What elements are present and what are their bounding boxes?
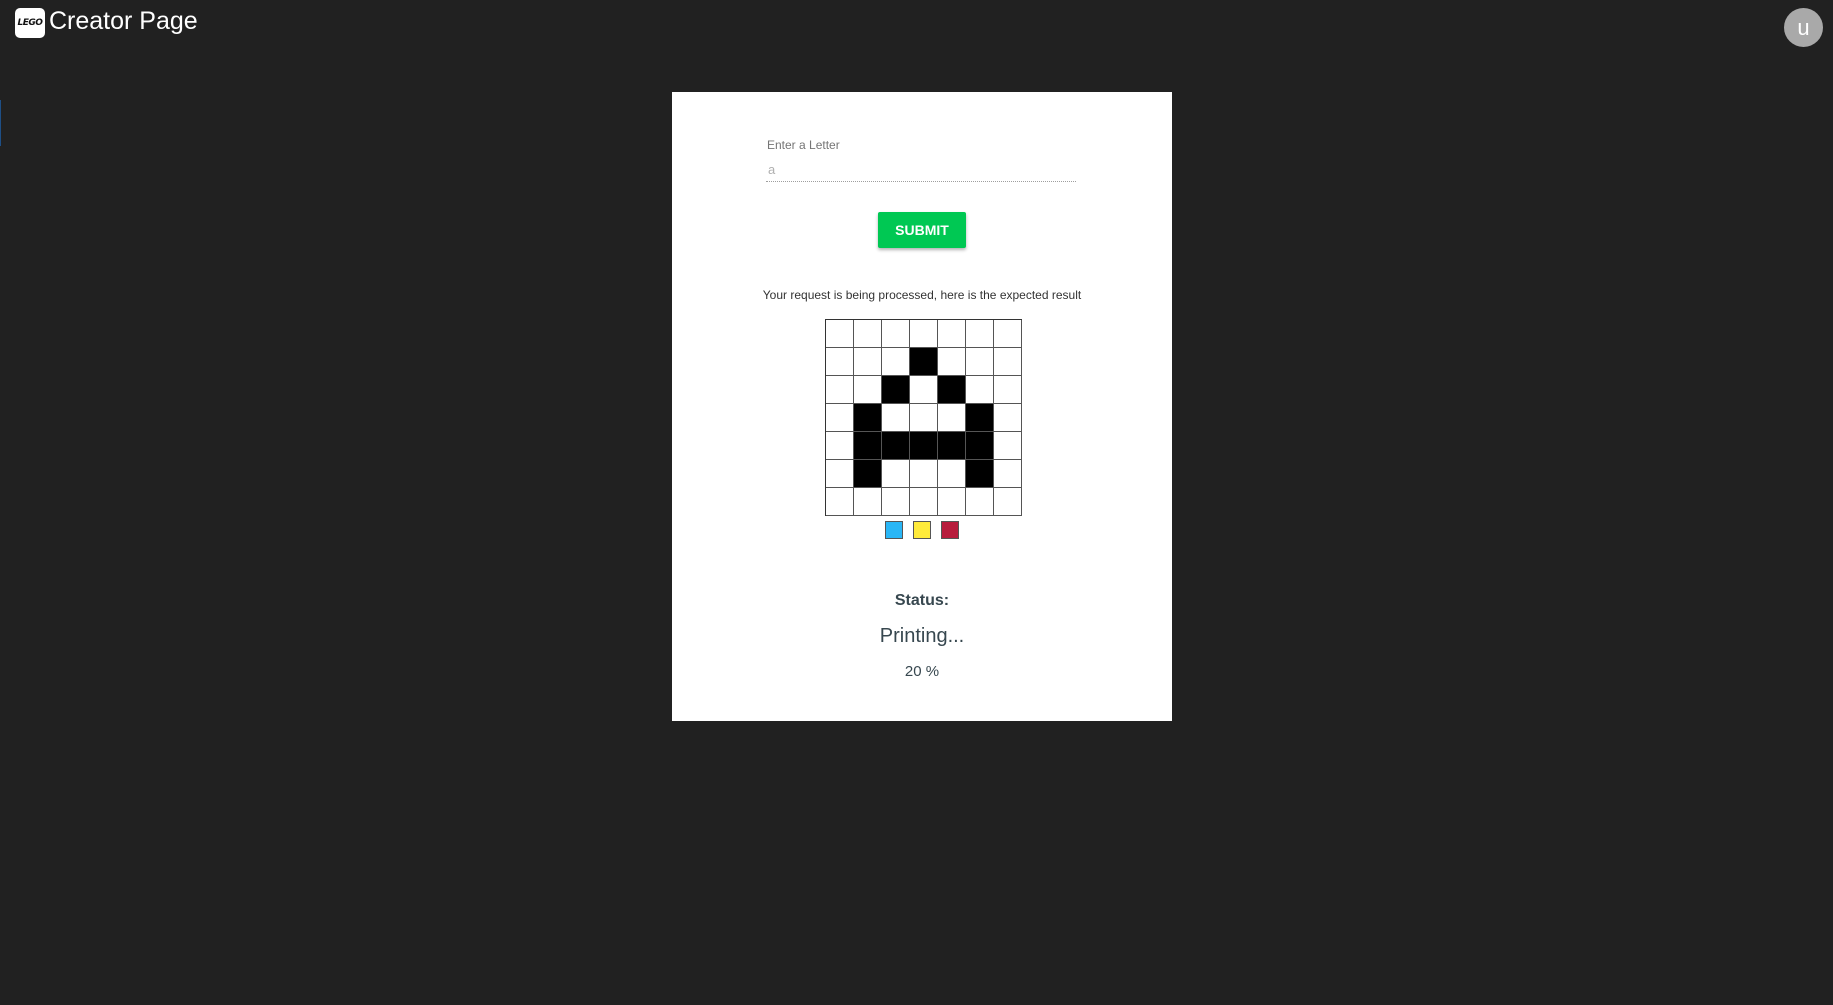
letter-input[interactable]	[766, 158, 1076, 182]
grid-cell-empty	[994, 376, 1022, 404]
grid-cell-empty	[938, 320, 966, 348]
left-edge-accent	[0, 100, 1, 146]
lego-logo-text: LEGO	[17, 18, 43, 28]
grid-cell-empty	[994, 488, 1022, 516]
grid-cell-empty	[910, 404, 938, 432]
app-title: Creator Page	[49, 7, 198, 35]
creator-card: Enter a Letter SUBMIT Your request is be…	[672, 92, 1172, 721]
grid-cell-empty	[994, 348, 1022, 376]
grid-cell-empty	[826, 320, 854, 348]
user-avatar[interactable]: u	[1784, 8, 1823, 47]
app-header: LEGO Creator Page u	[0, 0, 1833, 50]
grid-cell-filled	[966, 432, 994, 460]
grid-cell-empty	[854, 348, 882, 376]
grid-cell-empty	[882, 460, 910, 488]
swatch-yellow	[913, 521, 931, 539]
grid-cell-empty	[826, 348, 854, 376]
grid-cell-empty	[910, 488, 938, 516]
grid-cell-filled	[966, 404, 994, 432]
grid-cell-filled	[882, 432, 910, 460]
progress-percent: 20 %	[904, 663, 940, 680]
grid-cell-empty	[938, 488, 966, 516]
grid-cell-empty	[910, 320, 938, 348]
grid-cell-empty	[882, 404, 910, 432]
grid-cell-filled	[938, 432, 966, 460]
grid-cell-empty	[826, 376, 854, 404]
grid-cell-filled	[882, 376, 910, 404]
grid-cell-empty	[994, 320, 1022, 348]
grid-cell-empty	[910, 460, 938, 488]
grid-cell-empty	[910, 376, 938, 404]
color-swatches	[672, 521, 1172, 539]
letter-field-label: Enter a Letter	[767, 138, 840, 152]
grid-cell-filled	[854, 404, 882, 432]
letter-preview-grid	[825, 319, 1022, 516]
grid-cell-empty	[994, 404, 1022, 432]
grid-cell-filled	[910, 348, 938, 376]
grid-cell-empty	[854, 488, 882, 516]
grid-cell-empty	[966, 376, 994, 404]
grid-cell-empty	[854, 320, 882, 348]
grid-cell-filled	[910, 432, 938, 460]
swatch-blue	[885, 521, 903, 539]
processing-message: Your request is being processed, here is…	[762, 288, 1082, 302]
submit-button[interactable]: SUBMIT	[878, 212, 966, 248]
lego-logo: LEGO	[15, 8, 45, 38]
grid-cell-filled	[938, 376, 966, 404]
grid-cell-filled	[854, 460, 882, 488]
grid-cell-filled	[966, 460, 994, 488]
grid-cell-empty	[826, 460, 854, 488]
swatch-crimson	[941, 521, 959, 539]
grid-cell-empty	[826, 432, 854, 460]
status-label: Status:	[894, 592, 950, 609]
grid-cell-filled	[854, 432, 882, 460]
grid-cell-empty	[938, 460, 966, 488]
grid-cell-empty	[826, 488, 854, 516]
grid-cell-empty	[966, 348, 994, 376]
grid-cell-empty	[882, 348, 910, 376]
grid-cell-empty	[994, 432, 1022, 460]
grid-cell-empty	[966, 320, 994, 348]
grid-cell-empty	[882, 320, 910, 348]
status-value: Printing...	[879, 625, 965, 647]
grid-cell-empty	[854, 376, 882, 404]
grid-cell-empty	[994, 460, 1022, 488]
grid-cell-empty	[938, 348, 966, 376]
grid-cell-empty	[966, 488, 994, 516]
grid-cell-empty	[826, 404, 854, 432]
grid-cell-empty	[882, 488, 910, 516]
grid-cell-empty	[938, 404, 966, 432]
